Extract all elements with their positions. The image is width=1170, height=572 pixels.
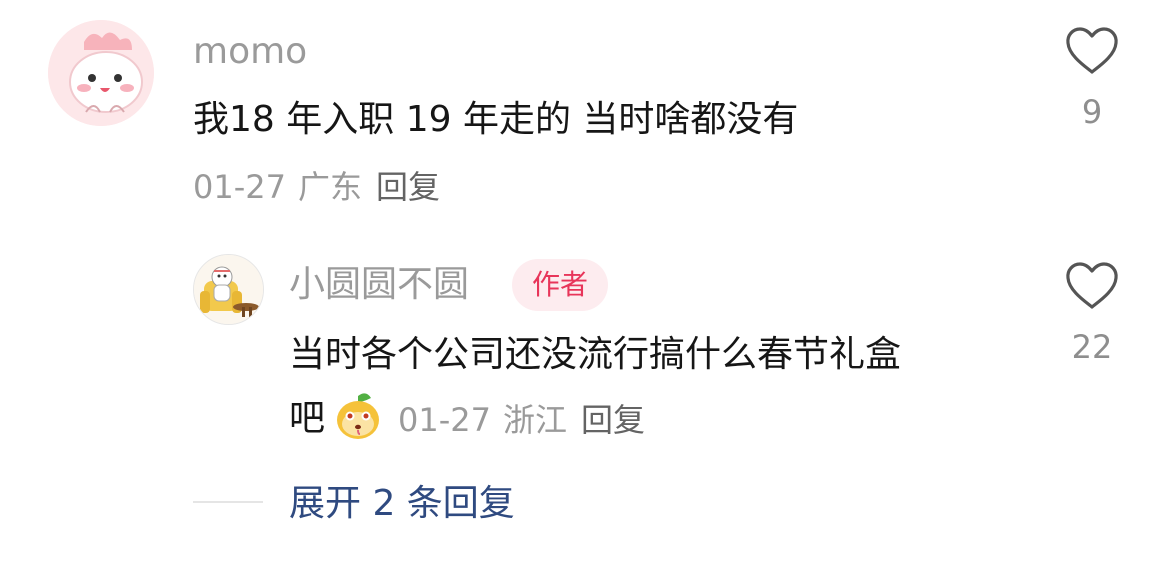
avatar-momo[interactable]	[48, 20, 154, 126]
comment-meta: 01-27 广东 回复	[193, 171, 440, 203]
expand-divider	[193, 501, 263, 503]
comment-username[interactable]: momo	[193, 34, 307, 70]
expand-replies-button[interactable]: 展开 2 条回复	[289, 486, 515, 522]
reply-like-count: 22	[1071, 328, 1113, 366]
comment-like-button[interactable]	[1062, 26, 1122, 80]
reply-meta: 01-27 浙江 回复	[398, 404, 645, 436]
author-badge: 作者	[512, 259, 608, 311]
reply-location: 浙江	[502, 401, 567, 439]
heart-icon	[1066, 27, 1118, 74]
heart-icon	[1066, 262, 1118, 309]
comment-like-count: 9	[1081, 93, 1103, 131]
comment-date: 01-27	[193, 168, 286, 206]
comment-text: 我18 年入职 19 年走的 当时啥都没有	[193, 99, 799, 140]
reply-date: 01-27	[398, 401, 491, 439]
comment-location: 广东	[297, 168, 362, 206]
comment-reply-button[interactable]: 回复	[376, 168, 440, 206]
reply-text-line2: 吧	[289, 398, 326, 439]
reply-text-line1: 当时各个公司还没流行搞什么春节礼盒	[289, 334, 902, 375]
reply-like-button[interactable]	[1062, 261, 1122, 315]
emoji-sticker-icon	[333, 392, 383, 442]
reply-username[interactable]: 小圆圆不圆	[289, 267, 469, 303]
reply-reply-button[interactable]: 回复	[581, 401, 645, 439]
avatar-author[interactable]	[193, 254, 264, 325]
